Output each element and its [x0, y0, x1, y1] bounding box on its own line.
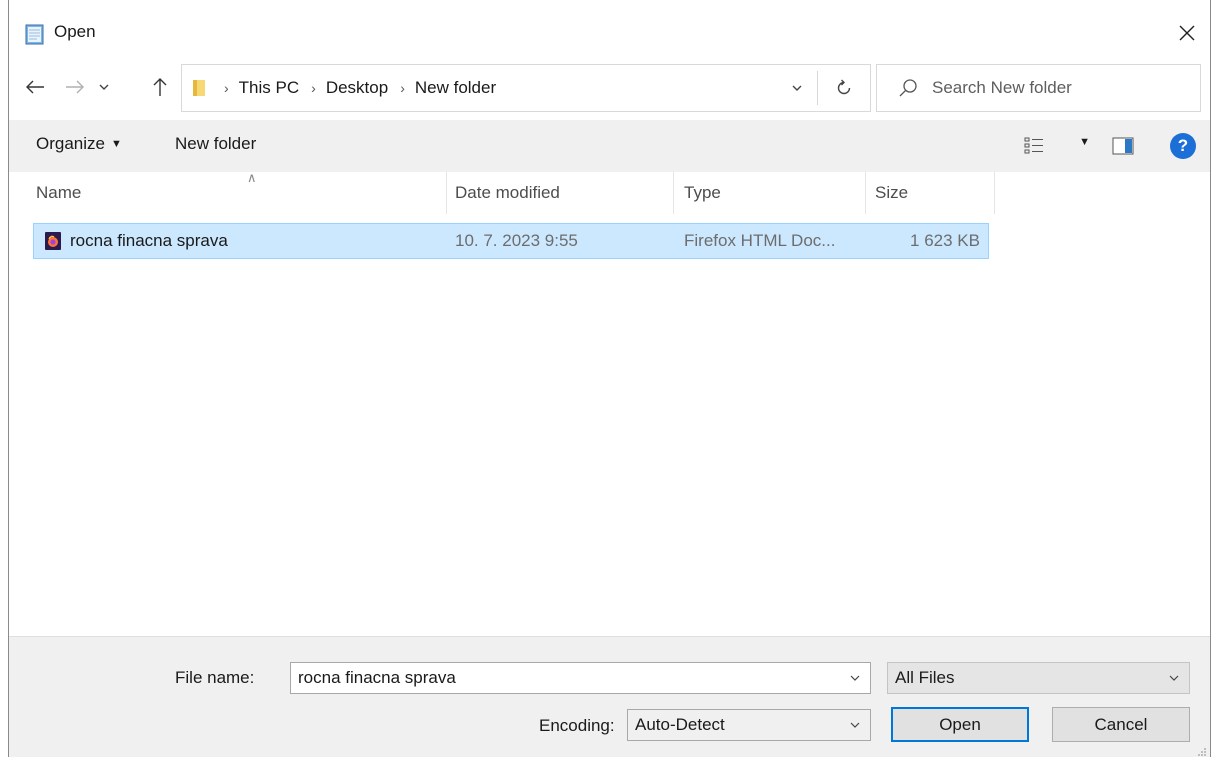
- chevron-right-icon[interactable]: ›: [311, 80, 316, 96]
- search-input[interactable]: [932, 73, 1187, 103]
- search-box[interactable]: [876, 64, 1201, 112]
- firefox-html-file-icon: [45, 232, 61, 250]
- chevron-right-icon[interactable]: ›: [224, 80, 229, 96]
- chevron-down-icon: [840, 721, 870, 729]
- folder-icon: [192, 78, 206, 98]
- forward-button[interactable]: [64, 76, 86, 98]
- chevron-down-icon: [792, 85, 802, 91]
- preview-pane-icon[interactable]: [1112, 137, 1134, 155]
- sort-ascending-icon: ∧: [247, 170, 257, 185]
- column-header-size[interactable]: Size: [875, 172, 993, 214]
- file-type: Firefox HTML Doc...: [684, 231, 836, 250]
- file-name-input[interactable]: rocna finacna sprava: [291, 668, 840, 688]
- up-button[interactable]: [149, 76, 171, 98]
- address-dropdown-button[interactable]: [786, 77, 808, 99]
- breadcrumb-desktop[interactable]: Desktop: [326, 78, 388, 98]
- column-header-type[interactable]: Type: [684, 172, 864, 214]
- breadcrumb: › This PC › Desktop › New folder: [212, 65, 496, 111]
- chevron-right-icon[interactable]: ›: [400, 80, 405, 96]
- arrow-up-icon: [153, 78, 167, 96]
- file-name-combobox[interactable]: rocna finacna sprava: [290, 662, 871, 694]
- chevron-down-icon: [99, 84, 109, 90]
- bottom-panel: File name: rocna finacna sprava All File…: [9, 636, 1210, 757]
- close-icon: [1179, 25, 1195, 41]
- address-bar[interactable]: › This PC › Desktop › New folder: [181, 64, 871, 112]
- open-dialog: Open › This PC › Desktop › New folder Se…: [8, 0, 1211, 757]
- recent-locations-button[interactable]: [93, 76, 115, 98]
- open-button[interactable]: Open: [891, 707, 1029, 742]
- notepad-icon: [22, 22, 46, 46]
- file-date-modified: 10. 7. 2023 9:55: [455, 231, 578, 250]
- breadcrumb-new-folder[interactable]: New folder: [415, 78, 496, 98]
- file-row[interactable]: rocna finacna sprava 10. 7. 2023 9:55 Fi…: [33, 223, 989, 259]
- refresh-button[interactable]: [832, 76, 856, 100]
- encoding-select[interactable]: Auto-Detect: [627, 709, 871, 741]
- resize-grip-icon[interactable]: [1197, 744, 1207, 756]
- column-divider[interactable]: [446, 172, 447, 214]
- breadcrumb-this-pc[interactable]: This PC: [239, 78, 299, 98]
- file-list: Name ∧ Date modified Type Size rocna fin…: [9, 170, 1210, 636]
- encoding-label: Encoding:: [539, 716, 615, 735]
- help-icon[interactable]: ?: [1170, 133, 1196, 159]
- column-divider[interactable]: [994, 172, 995, 214]
- title-bar: Open: [9, 0, 1210, 60]
- file-type-filter-value: All Files: [895, 668, 955, 687]
- organize-button[interactable]: Organize ▼: [36, 134, 122, 154]
- cancel-button[interactable]: Cancel: [1052, 707, 1190, 742]
- encoding-value: Auto-Detect: [635, 715, 725, 734]
- file-size: 1 623 KB: [910, 231, 980, 250]
- chevron-down-icon[interactable]: [840, 674, 870, 682]
- file-name-label: File name:: [175, 668, 255, 687]
- search-icon: [897, 77, 919, 99]
- arrow-left-icon: [26, 80, 44, 94]
- file-name: rocna finacna sprava: [70, 231, 228, 250]
- command-bar: Organize ▼ New folder ▼ ?: [9, 120, 1210, 172]
- window-title: Open: [54, 22, 96, 41]
- organize-label: Organize: [36, 134, 105, 153]
- column-header-name[interactable]: Name ∧: [36, 170, 446, 214]
- view-options-icon[interactable]: [1024, 137, 1044, 155]
- caret-down-icon: ▼: [110, 138, 122, 150]
- caret-down-icon[interactable]: ▼: [1079, 136, 1090, 148]
- refresh-icon: [837, 79, 851, 95]
- column-header-date-modified[interactable]: Date modified: [455, 172, 673, 214]
- new-folder-button[interactable]: New folder: [175, 134, 256, 154]
- divider: [817, 71, 818, 105]
- column-divider[interactable]: [673, 172, 674, 214]
- navigation-bar: › This PC › Desktop › New folder: [9, 62, 1210, 112]
- back-button[interactable]: [24, 76, 46, 98]
- chevron-down-icon: [1159, 674, 1189, 682]
- close-button[interactable]: [1172, 18, 1202, 48]
- file-type-filter-select[interactable]: All Files: [887, 662, 1190, 694]
- column-divider[interactable]: [865, 172, 866, 214]
- arrow-right-icon: [66, 80, 84, 94]
